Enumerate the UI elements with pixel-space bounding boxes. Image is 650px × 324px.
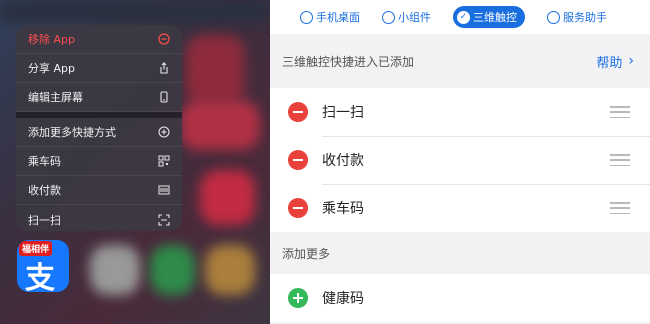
app-glyph: 支 bbox=[25, 261, 55, 292]
list-item: 乘车码 bbox=[270, 184, 650, 232]
section-title: 三维触控快捷进入已添加 bbox=[282, 54, 415, 69]
tab-home-screen[interactable]: 手机桌面 bbox=[300, 9, 360, 25]
check-icon: ✓ bbox=[457, 10, 470, 24]
menu-item-share-app[interactable]: 分享 App bbox=[16, 54, 182, 83]
list-item: 收付款 bbox=[270, 136, 650, 184]
barcode-icon bbox=[158, 184, 170, 196]
menu-item-payment[interactable]: 收付款 bbox=[16, 176, 182, 205]
tab-widgets[interactable]: 小组件 bbox=[382, 9, 431, 25]
share-icon bbox=[158, 62, 170, 74]
blurred-background bbox=[0, 0, 270, 22]
minus-circle-icon bbox=[158, 33, 170, 45]
chevron-right-icon: › bbox=[628, 53, 634, 69]
added-shortcuts-list: 扫一扫 收付款 乘车码 bbox=[270, 88, 650, 232]
tab-service-assistant[interactable]: 服务助手 bbox=[547, 9, 607, 25]
menu-item-label: 收付款 bbox=[28, 184, 61, 197]
blurred-app-shape bbox=[185, 35, 245, 105]
added-section-header: 三维触控快捷进入已添加 帮助 › bbox=[270, 34, 650, 88]
add-icon[interactable] bbox=[288, 288, 308, 308]
menu-item-label: 乘车码 bbox=[28, 155, 61, 168]
menu-item-add-shortcuts[interactable]: 添加更多快捷方式 bbox=[16, 118, 182, 147]
alipay-app-icon[interactable]: 福相伴 支 bbox=[17, 240, 69, 292]
menu-item-label: 扫一扫 bbox=[28, 213, 61, 227]
tab-3d-touch[interactable]: ✓ 三维触控 bbox=[453, 6, 525, 28]
tab-bar: 手机桌面 小组件 ✓ 三维触控 服务助手 bbox=[270, 0, 650, 34]
remove-icon[interactable] bbox=[288, 150, 308, 170]
section-title: 添加更多 bbox=[282, 246, 331, 261]
menu-item-edit-home-screen[interactable]: 编辑主屏幕 bbox=[16, 83, 182, 112]
blurred-app-shape bbox=[90, 245, 140, 295]
blurred-app-shape bbox=[205, 245, 255, 295]
menu-item-scan[interactable]: 扫一扫 bbox=[16, 205, 182, 231]
menu-item-label: 添加更多快捷方式 bbox=[28, 126, 116, 139]
radio-icon bbox=[547, 10, 560, 24]
plus-circle-icon bbox=[158, 126, 170, 138]
help-label: 帮助 bbox=[596, 55, 623, 71]
app-context-menu: 移除 App 分享 App 编辑主屏幕 添加更多快捷方式 乘车码 收付款 扫一扫 bbox=[16, 25, 182, 231]
shortcut-label: 扫一扫 bbox=[322, 105, 364, 121]
shortcut-label: 乘车码 bbox=[322, 201, 364, 217]
remove-icon[interactable] bbox=[288, 198, 308, 218]
tab-label: 手机桌面 bbox=[316, 11, 360, 24]
phone-icon bbox=[158, 91, 170, 103]
more-shortcuts-list: 健康码 bbox=[270, 274, 650, 322]
remove-icon[interactable] bbox=[288, 102, 308, 122]
qr-code-icon bbox=[158, 155, 170, 167]
shortcut-label: 健康码 bbox=[322, 291, 364, 307]
settings-panel: 手机桌面 小组件 ✓ 三维触控 服务助手 三维触控快捷进入已添加 帮助 › 扫一… bbox=[270, 0, 650, 324]
menu-item-label: 移除 App bbox=[28, 33, 75, 46]
shortcut-label: 收付款 bbox=[322, 153, 364, 169]
blurred-app-shape bbox=[150, 245, 195, 295]
radio-icon bbox=[382, 10, 395, 24]
menu-item-label: 编辑主屏幕 bbox=[28, 91, 83, 104]
drag-handle-icon[interactable] bbox=[610, 154, 630, 166]
radio-icon bbox=[300, 10, 313, 24]
menu-item-transit-code[interactable]: 乘车码 bbox=[16, 147, 182, 176]
menu-item-label: 分享 App bbox=[28, 62, 75, 75]
blurred-app-shape bbox=[180, 100, 260, 150]
more-section-header: 添加更多 bbox=[270, 232, 650, 274]
tab-label: 服务助手 bbox=[563, 11, 607, 24]
tab-label: 三维触控 bbox=[473, 11, 517, 24]
tab-label: 小组件 bbox=[398, 11, 431, 24]
blurred-app-shape bbox=[200, 170, 255, 225]
drag-handle-icon[interactable] bbox=[610, 202, 630, 214]
menu-item-remove-app[interactable]: 移除 App bbox=[16, 25, 182, 54]
list-item: 健康码 bbox=[270, 274, 650, 322]
drag-handle-icon[interactable] bbox=[610, 106, 630, 118]
home-screen: 移除 App 分享 App 编辑主屏幕 添加更多快捷方式 乘车码 收付款 扫一扫… bbox=[0, 0, 270, 324]
list-item: 扫一扫 bbox=[270, 88, 650, 136]
scan-icon bbox=[158, 213, 170, 226]
help-link[interactable]: 帮助 › bbox=[596, 52, 634, 71]
